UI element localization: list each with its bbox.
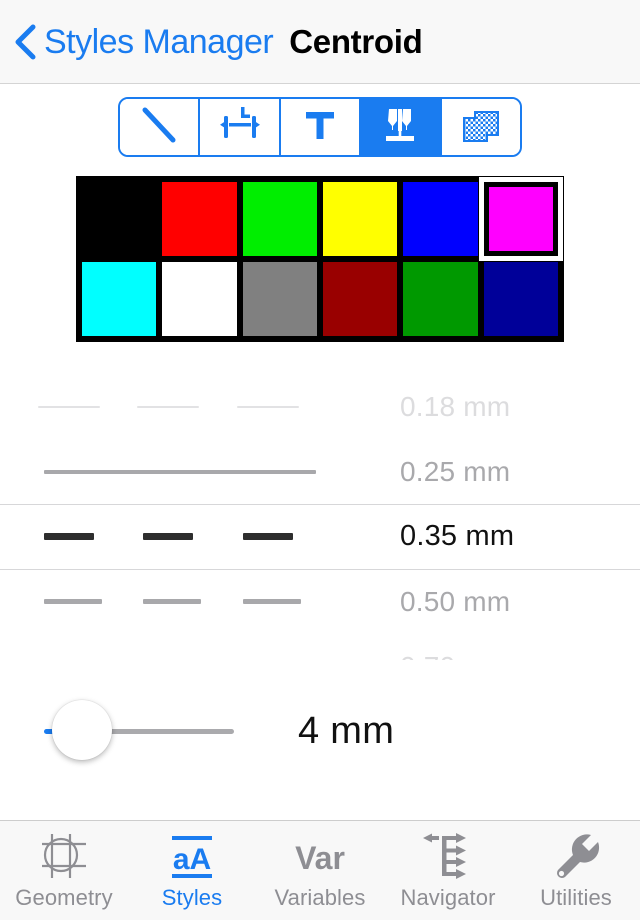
style-type-toolbar-container (0, 84, 640, 170)
line-width-option[interactable]: 0.50 mm (0, 569, 640, 634)
line-segment (243, 533, 293, 540)
tab-styles[interactable]: aA Styles (128, 821, 256, 920)
picker-selection-line-top (0, 504, 640, 505)
app-root: Styles Manager Centroid 0.18 mm 0.25 mm … (0, 0, 640, 920)
color-swatch-yellow[interactable] (323, 182, 398, 256)
line-segment (243, 599, 301, 604)
color-palette[interactable] (76, 176, 564, 342)
color-swatch-gray[interactable] (242, 262, 317, 336)
line-width-label: 0.35 mm (400, 520, 515, 552)
line-segment (237, 405, 299, 408)
line-width-option[interactable]: 0.18 mm (0, 374, 640, 439)
tab-label-utilities: Utilities (540, 884, 612, 910)
line-width-preview (0, 634, 400, 660)
svg-text:Var: Var (295, 840, 345, 876)
line-width-label: 0.18 mm (400, 390, 511, 422)
segment-hatch[interactable] (441, 99, 520, 155)
size-slider[interactable] (0, 672, 260, 790)
tab-label-variables: Variables (274, 884, 366, 910)
navigation-bar: Styles Manager Centroid (0, 0, 640, 84)
line-segment (44, 599, 102, 604)
diagonal-line-icon (136, 104, 182, 151)
color-swatch-white[interactable] (162, 262, 237, 336)
segment-line[interactable] (120, 99, 201, 155)
line-width-label: 0.50 mm (400, 585, 511, 617)
tab-utilities[interactable]: Utilities (512, 821, 640, 920)
tab-bar: Geometry aA Styles Var Variables Navigat… (0, 820, 640, 920)
page-title: Centroid (289, 23, 423, 60)
segment-dimension[interactable] (200, 99, 281, 155)
slider-knob[interactable] (52, 700, 112, 760)
tab-navigator[interactable]: Navigator (384, 821, 512, 920)
line-width-option[interactable]: 0.70 mm (0, 634, 640, 661)
color-swatch-cyan[interactable] (82, 262, 157, 336)
line-width-label: 0.25 mm (400, 455, 511, 487)
color-swatch-dark-green[interactable] (403, 262, 478, 336)
tab-label-navigator: Navigator (400, 884, 496, 910)
back-button-label: Styles Manager (44, 22, 274, 61)
line-segment (137, 405, 199, 408)
line-width-label: 0.70 mm (400, 651, 510, 661)
style-type-segmented-control[interactable] (118, 97, 522, 157)
tab-variables[interactable]: Var Variables (256, 821, 384, 920)
line-width-option[interactable]: 0.35 mm (0, 504, 640, 569)
slider-value-label: 4 mm (298, 709, 395, 752)
tab-label-geometry: Geometry (15, 884, 113, 910)
navigator-arrows-icon (420, 831, 476, 881)
color-swatch-magenta[interactable] (478, 177, 564, 261)
centroid-tool-icon (376, 103, 424, 152)
line-width-preview (0, 504, 400, 569)
size-slider-row: 4 mm (0, 672, 640, 790)
line-segment (44, 469, 316, 474)
back-button[interactable]: Styles Manager (0, 22, 274, 61)
segment-text[interactable] (280, 99, 362, 155)
variables-var-icon: Var (288, 831, 352, 881)
segment-centroid[interactable] (361, 99, 442, 155)
line-width-preview (0, 439, 400, 504)
dimension-icon (215, 104, 265, 151)
color-swatch-navy[interactable] (483, 262, 558, 336)
line-segment (44, 533, 94, 540)
hatch-pattern-icon (458, 104, 504, 151)
tab-label-styles: Styles (161, 884, 223, 910)
tab-geometry[interactable]: Geometry (0, 821, 128, 920)
line-segment (143, 599, 201, 604)
geometry-grid-circle-icon (38, 831, 90, 881)
line-width-preview (0, 569, 400, 634)
line-width-option[interactable]: 0.25 mm (0, 439, 640, 504)
svg-text:aA: aA (173, 843, 211, 876)
color-swatch-black[interactable] (82, 182, 157, 256)
line-segment (38, 405, 100, 408)
line-segment (143, 533, 193, 540)
wrench-icon (550, 831, 602, 881)
color-swatch-green[interactable] (242, 182, 317, 256)
chevron-left-icon (14, 23, 36, 61)
color-swatch-dark-red[interactable] (323, 262, 398, 336)
line-width-preview (0, 374, 400, 439)
line-width-picker[interactable]: 0.18 mm 0.25 mm 0.35 mm 0.50 mm 0.70 mm (0, 374, 640, 660)
color-swatch-blue[interactable] (403, 182, 478, 256)
text-t-icon (300, 104, 340, 151)
styles-aa-icon: aA (164, 831, 220, 881)
color-swatch-red[interactable] (162, 182, 237, 256)
